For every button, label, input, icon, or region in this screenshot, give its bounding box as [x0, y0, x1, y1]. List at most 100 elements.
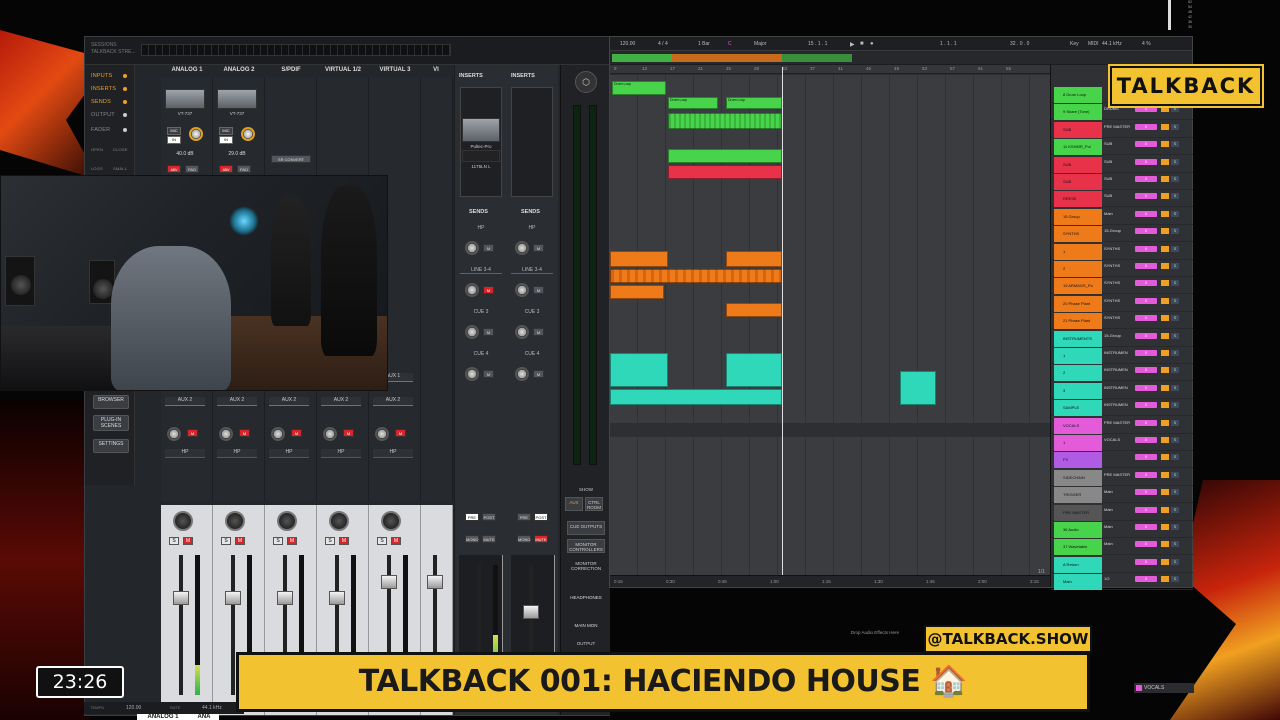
preamp-gain-knob[interactable]: [189, 127, 203, 141]
pre-button[interactable]: PRE: [465, 513, 479, 521]
channel-header[interactable]: ANALOG 1: [161, 67, 213, 73]
track-activator-button[interactable]: [1161, 541, 1169, 548]
track-output-select[interactable]: INSTRUMEN: [1104, 385, 1134, 390]
mono-button[interactable]: MONO: [465, 535, 479, 543]
track-activator-button[interactable]: [1161, 332, 1169, 339]
audio-clip[interactable]: [668, 113, 782, 129]
midi-clip[interactable]: [900, 371, 936, 405]
track-volume[interactable]: 0: [1135, 576, 1157, 583]
track-solo-button[interactable]: S: [1171, 176, 1179, 182]
vt737-plugin-thumb[interactable]: [217, 89, 257, 109]
track-row[interactable]: FX 0 S: [1051, 452, 1193, 469]
track-output-select[interactable]: SYNTHS: [1104, 263, 1134, 268]
loop-length-display[interactable]: 32 . 0 . 0: [1010, 41, 1029, 47]
send-mute-button[interactable]: M: [291, 429, 302, 437]
mono-button[interactable]: MONO: [517, 535, 531, 543]
track-row[interactable]: 9 Snare (Tone) DRUMS 0 S: [1051, 104, 1193, 121]
open-toggle[interactable]: OPEN: [91, 147, 103, 152]
send-knob[interactable]: [323, 427, 337, 441]
track-solo-button[interactable]: S: [1171, 141, 1179, 148]
track-output-select[interactable]: DRUMS: [1104, 106, 1134, 111]
track-row[interactable]: A Return 0 S: [1051, 556, 1193, 573]
track-output-select[interactable]: PRE MASTER: [1104, 124, 1134, 129]
track-activator-button[interactable]: [1161, 471, 1169, 478]
track-activator-button[interactable]: [1161, 384, 1169, 391]
small-toggle[interactable]: SMALL: [113, 166, 127, 171]
midi-clip[interactable]: [610, 285, 664, 299]
track-name[interactable]: 1: [1054, 435, 1102, 451]
fader-handle[interactable]: [277, 591, 293, 605]
track-name[interactable]: 36 Audio: [1054, 522, 1102, 538]
mute-button[interactable]: M: [183, 537, 193, 545]
track-row[interactable]: SIDECHAIN PRE MASTER 0 S: [1051, 469, 1193, 486]
track-solo-button[interactable]: S: [1171, 367, 1179, 374]
track-activator-button[interactable]: [1161, 419, 1169, 426]
vt737-plugin-thumb[interactable]: [165, 89, 205, 109]
track-solo-button[interactable]: S: [1171, 524, 1179, 530]
playhead[interactable]: [782, 67, 783, 577]
track-row[interactable]: 15 Group Main 0 S: [1051, 208, 1193, 225]
track-row[interactable]: 19 ARMAGS_Po SYNTHS 0 S: [1051, 278, 1193, 295]
stop-button[interactable]: ■: [860, 41, 864, 47]
pan-knob[interactable]: [329, 511, 349, 531]
track-volume[interactable]: 0: [1135, 158, 1157, 165]
track-output-select[interactable]: Main: [1104, 211, 1134, 216]
midi-clip[interactable]: [726, 303, 782, 317]
pan-knob[interactable]: [173, 511, 193, 531]
midi-clip[interactable]: [668, 165, 782, 179]
track-output-select[interactable]: Main: [1104, 489, 1134, 494]
track-solo-button[interactable]: S: [1171, 297, 1179, 304]
browser-button[interactable]: BROWSER: [93, 395, 129, 409]
send-mute-button[interactable]: M: [343, 429, 354, 437]
midi-clip[interactable]: [610, 269, 782, 283]
track-volume[interactable]: 0: [1135, 541, 1157, 548]
track-activator-button[interactable]: [1161, 176, 1169, 182]
track-activator-button[interactable]: [1161, 193, 1169, 200]
solo-button[interactable]: S: [169, 537, 179, 545]
track-activator-button[interactable]: [1161, 106, 1169, 113]
track-volume[interactable]: 0: [1135, 263, 1157, 269]
mute-button[interactable]: M: [339, 537, 349, 545]
track-solo-button[interactable]: S: [1171, 576, 1179, 583]
track-name[interactable]: FX: [1054, 452, 1102, 469]
midi-clip[interactable]: Drum Loop: [726, 97, 782, 109]
track-name[interactable]: 9 Snare (Tone): [1054, 104, 1102, 121]
track-solo-button[interactable]: S: [1171, 280, 1179, 287]
track-output-select[interactable]: PRE MASTER: [1104, 420, 1134, 425]
track-name[interactable]: 20 Phase Plant: [1054, 295, 1102, 312]
track-volume[interactable]: 0: [1135, 367, 1157, 374]
midi-clip[interactable]: [726, 251, 782, 267]
monitor-controllers-button[interactable]: MONITOR CONTROLLERS: [567, 539, 605, 553]
track-name[interactable]: PRE MASTER: [1054, 504, 1102, 521]
track-activator-button[interactable]: [1161, 506, 1169, 513]
send-mute-button[interactable]: M: [483, 244, 494, 252]
track-name[interactable]: SUB: [1054, 156, 1102, 173]
track-solo-button[interactable]: S: [1171, 210, 1179, 217]
pultec-plugin-thumb[interactable]: [462, 118, 500, 142]
send-knob[interactable]: [167, 427, 181, 441]
post-button[interactable]: POST: [534, 513, 548, 521]
track-name[interactable]: SYNTHS: [1054, 226, 1102, 243]
pan-knob[interactable]: [381, 511, 401, 531]
track-row[interactable]: SAMPLE INSTRUMEN 0 S: [1051, 400, 1193, 417]
send-mute-button[interactable]: M: [239, 429, 250, 437]
track-row[interactable]: INSTRUMENTS 15-Group 0 S: [1051, 330, 1193, 347]
track-row[interactable]: 11 KSHMR_Pul SUB 0 S: [1051, 139, 1193, 156]
track-volume[interactable]: 0: [1135, 193, 1157, 200]
track-row[interactable]: 36 Audio Main 0 S: [1051, 522, 1193, 538]
sidebar-item-fader[interactable]: FADER: [91, 127, 127, 133]
midi-clip[interactable]: Drum Loop: [668, 97, 718, 109]
sidebar-item-inserts[interactable]: INSERTS: [91, 86, 127, 92]
in-button[interactable]: IN: [219, 136, 233, 144]
track-name[interactable]: A Return: [1054, 556, 1102, 573]
scale-select[interactable]: Major: [754, 41, 767, 47]
track-row[interactable]: 2 SYNTHS 0 S: [1051, 261, 1193, 277]
post-button[interactable]: POST: [482, 513, 496, 521]
track-row[interactable]: 37 Wavetable Main 0 S: [1051, 539, 1193, 556]
track-row[interactable]: 21 Phase Plant SYNTHS 0 S: [1051, 313, 1193, 330]
send-knob[interactable]: [515, 367, 529, 381]
send-knob[interactable]: [465, 241, 479, 255]
track-row[interactable]: SUB SUB 0 S: [1051, 174, 1193, 190]
insert-slot-stack[interactable]: [511, 87, 553, 197]
track-activator-button[interactable]: [1161, 558, 1169, 565]
